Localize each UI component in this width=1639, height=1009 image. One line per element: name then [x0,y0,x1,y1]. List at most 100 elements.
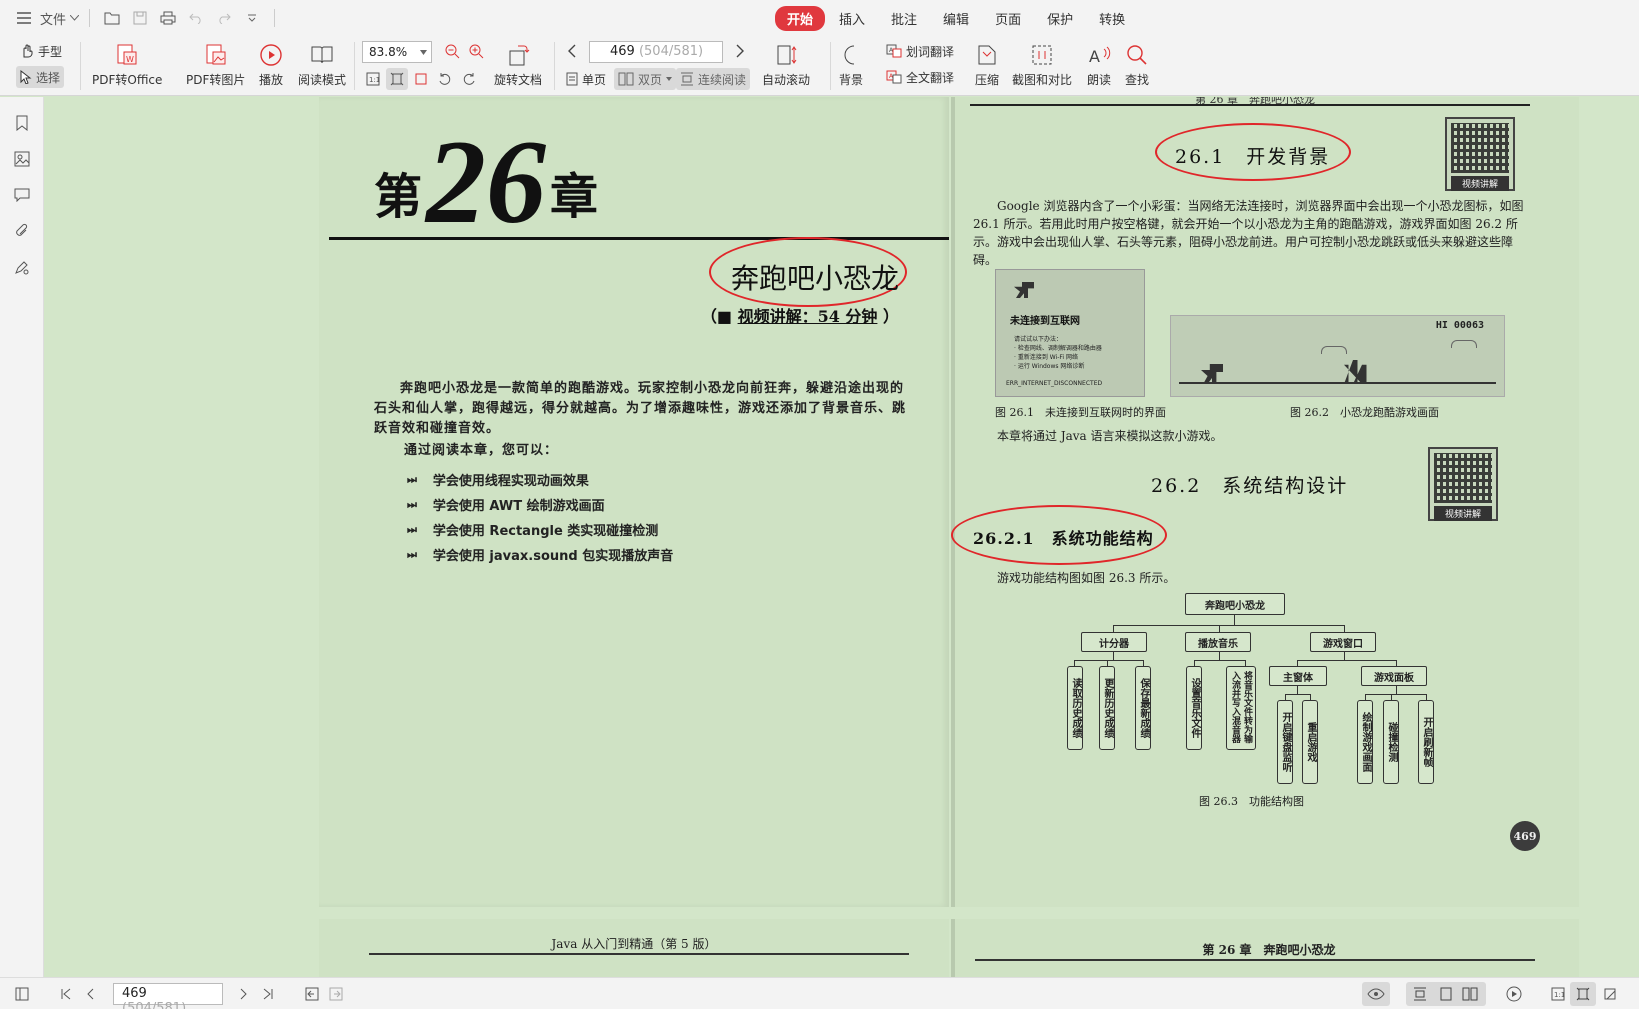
fit-page-button[interactable] [386,68,408,90]
undo-icon[interactable] [184,5,208,31]
comment-icon[interactable] [12,185,32,205]
back-icon[interactable] [302,984,322,1004]
zoom-out-button[interactable] [440,40,464,62]
toggle-sidebar-icon[interactable] [12,984,32,1004]
section-title-26-1: 26.1 开发背景 [1175,146,1331,168]
hamburger-menu-icon[interactable] [12,5,36,31]
rotate-document-label: 旋转文档 [494,73,543,87]
double-page-view-icon[interactable] [1460,984,1480,1004]
single-page-view-icon[interactable] [1436,984,1456,1004]
play-slideshow-icon[interactable] [1504,984,1524,1004]
rotate-left-button[interactable] [434,68,456,90]
play-button[interactable]: 播放 [258,42,284,88]
high-score: HI 00063 [1435,320,1484,331]
qr-code-video[interactable]: 视频讲解 [1445,117,1515,191]
svg-text:1:1: 1:1 [369,76,380,84]
fit-page-icon[interactable] [1573,984,1593,1004]
paragraph-intro: 本章将通过 Java 语言来模拟这款小游戏。 [997,429,1223,443]
screenshot-compare-icon [1029,42,1055,68]
book-footer: Java 从入门到精通（第 5 版） [551,937,717,951]
actual-size-icon[interactable]: 1:1 [1548,984,1568,1004]
open-folder-icon[interactable] [100,5,124,31]
chevron-left-icon [568,44,576,58]
previous-page-icon[interactable] [80,984,100,1004]
page-number-input[interactable]: 469 (504/581) [589,41,723,63]
compress-button[interactable]: 压缩 [974,42,1000,88]
status-page-input[interactable]: 469 (504/581) [113,983,223,1009]
chapter-rule [329,237,949,240]
chapter-title: 奔跑吧小恐龙 [730,262,899,295]
fit-width-button[interactable] [410,68,432,90]
zoom-out-icon [445,44,460,59]
bookmark-icon[interactable] [12,113,32,133]
zoom-in-button[interactable] [464,40,488,62]
goal-text: 学会使用线程实现动画效果 [432,474,589,489]
continuous-view-icon[interactable] [1410,984,1430,1004]
full-translate-label: 全文翻译 [906,70,955,85]
fit-page-icon [390,72,404,86]
double-page-button[interactable]: 双页 [614,68,677,90]
save-icon[interactable] [128,5,152,31]
learning-goals: ⏭ 学会使用线程实现动画效果 ⏭ 学会使用 AWT 绘制游戏画面 ⏭ 学会使用 Rec… [407,467,673,567]
continuous-read-button[interactable]: 连续阅读 [676,68,751,90]
signature-icon[interactable] [12,257,32,277]
qr-code-video[interactable]: 视频讲解 [1428,447,1498,521]
tab-edit[interactable]: 编辑 [931,6,981,31]
document-viewport[interactable]: 第 26 章 奔跑吧小恐龙 （■ 视频讲解：54 分钟 ） 奔跑吧小恐龙是一款简… [44,97,1639,977]
first-page-icon[interactable] [56,984,76,1004]
word-translate-button[interactable]: A 划词翻译 [882,40,958,62]
svg-text:1:1: 1:1 [1554,991,1565,999]
hand-tool-button[interactable]: 手型 [16,40,66,62]
find-button[interactable]: 查找 [1124,42,1150,88]
single-page-button[interactable]: 单页 [562,68,610,90]
full-translate-button[interactable]: A 全文翻译 [882,66,958,88]
tab-protect[interactable]: 保护 [1035,6,1085,31]
tab-annotate[interactable]: 批注 [879,6,929,31]
status-bar: 469 (504/581) 1:1 [0,977,1639,1009]
fit-width-icon[interactable] [1600,984,1620,1004]
pdf-to-image-button[interactable]: PDF转图片 [186,42,245,88]
zoom-select[interactable]: 83.8% [362,41,432,63]
bullet-icon: ⏭ [407,497,417,511]
fig1-line: ERR_INTERNET_DISCONNECTED [1006,380,1103,387]
last-page-icon[interactable] [258,984,278,1004]
file-menu[interactable]: 文件 [40,5,80,31]
tab-page[interactable]: 页面 [983,6,1033,31]
continuous-read-icon [681,72,693,86]
diagram-leaf: 设置音乐文件 [1186,666,1202,750]
section-title-26-2-1: 26.2.1 系统功能结构 [973,529,1154,548]
goal-text: 学会使用 Rectangle 类实现碰撞检测 [432,524,659,539]
next-page-icon[interactable] [234,984,254,1004]
forward-icon[interactable] [326,984,346,1004]
rotate-right-button[interactable] [458,68,480,90]
customize-quick-access-icon[interactable] [240,5,264,31]
page-total: (504/581) [638,44,704,59]
tab-start[interactable]: 开始 [775,5,826,31]
auto-scroll-button[interactable]: 自动滚动 [762,42,810,88]
actual-size-button[interactable]: 1:1 [362,68,384,90]
tab-convert[interactable]: 转换 [1087,6,1137,31]
goal-text: 学会使用 javax.sound 包实现播放声音 [432,549,674,564]
thumbnail-icon[interactable] [12,149,32,169]
diagram-leaf: 重启游戏 [1302,700,1318,784]
previous-page-button[interactable] [564,40,580,62]
word-translate-label: 划词翻译 [906,44,955,59]
left-sidebar [0,97,44,977]
select-tool-button[interactable]: 选择 [16,66,65,88]
next-page-button[interactable] [732,40,748,62]
background-button[interactable]: 背景 [838,42,864,88]
redo-icon[interactable] [212,5,236,31]
pdf-page-right: 第 26 章 奔跑吧小恐龙 26.1 开发背景 视频讲解 Google 浏览器内… [951,97,1579,907]
tab-insert[interactable]: 插入 [827,6,877,31]
fig1-line: · 重新连接到 Wi-Fi 网络 [1014,354,1078,361]
read-aloud-button[interactable]: A 朗读 [1086,42,1112,88]
rotate-document-button[interactable]: 旋转文档 [494,42,542,88]
qr-caption: 视频讲解 [1451,176,1509,191]
moon-icon [838,42,864,68]
print-icon[interactable] [156,5,180,31]
screenshot-compare-button[interactable]: 截图和对比 [1012,42,1072,88]
read-mode-button[interactable]: 阅读模式 [298,42,346,88]
pdf-to-office-button[interactable]: W PDF转Office [92,42,162,88]
attachment-icon[interactable] [12,221,32,241]
fig1-caption: 图 26.1 未连接到互联网时的界面 [995,406,1166,419]
